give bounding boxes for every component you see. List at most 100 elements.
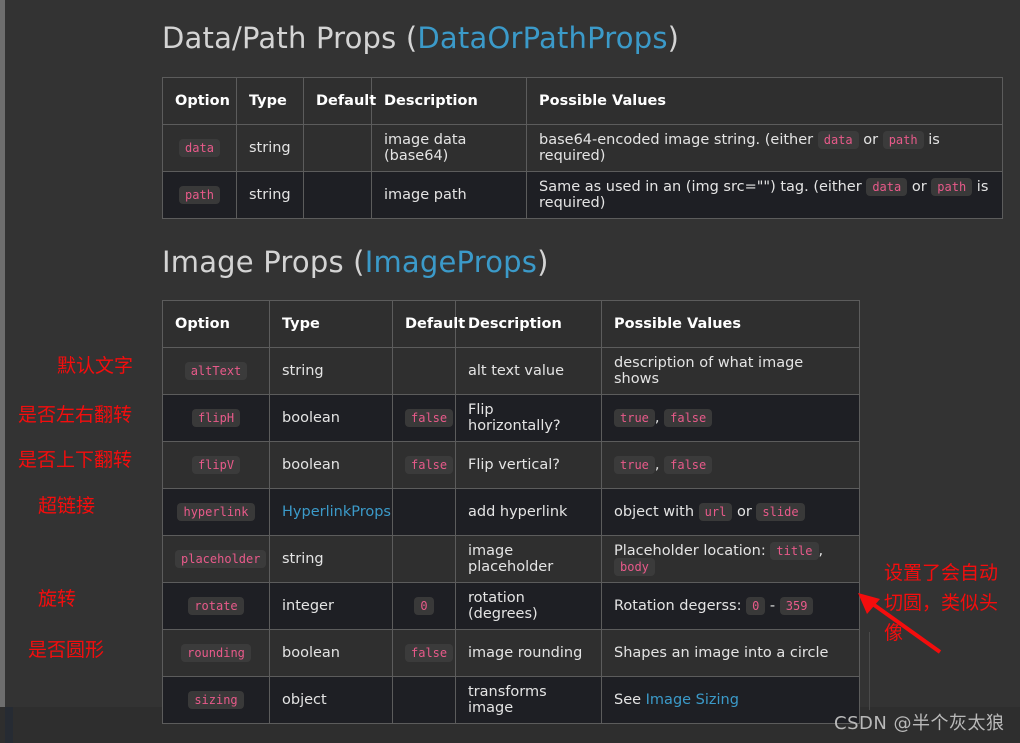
pv-token-2: body xyxy=(614,558,655,576)
option-token: path xyxy=(179,186,220,204)
table-image-props: Option Type Default Description Possible… xyxy=(162,300,860,724)
cell-description: add hyperlink xyxy=(455,488,602,536)
option-token: flipH xyxy=(191,409,241,427)
heading-image-link[interactable]: ImageProps xyxy=(365,245,537,279)
table-row: rounding boolean false image rounding Shapes… xyxy=(162,629,860,677)
cell-description: rotation (degrees) xyxy=(455,582,602,630)
cell-default xyxy=(303,124,372,172)
option-token: rounding xyxy=(181,644,251,662)
table-row: rotate integer 0 rotation (degrees) Rotation… xyxy=(162,582,860,630)
pv-pre: Same as used in an (img src="") tag. (ei… xyxy=(539,179,867,195)
table-row: altText string alt text value description o… xyxy=(162,347,860,395)
pv-token-1: true xyxy=(614,409,655,427)
pv-link[interactable]: Image Sizing xyxy=(646,692,739,708)
pv-mid: - xyxy=(765,598,780,614)
column-header-option: Option xyxy=(162,77,237,125)
column-header-possible-values: Possible Values xyxy=(601,300,860,348)
cell-description: image placeholder xyxy=(455,535,602,583)
cell-possible-values: Same as used in an (img src="") tag. (ei… xyxy=(526,171,1003,219)
option-token: placeholder xyxy=(175,550,267,568)
cell-default xyxy=(392,488,456,536)
table-row: sizing object transforms image See Image Si… xyxy=(162,676,860,724)
pv-token-2: 359 xyxy=(779,597,814,615)
cell-possible-values: See Image Sizing xyxy=(601,676,860,724)
cell-option: altText xyxy=(162,347,270,395)
table-row: path string image path Same as used in a… xyxy=(162,171,1003,219)
heading-image-props: Image Props (ImageProps) xyxy=(162,245,549,279)
cell-possible-values: object with url or slide xyxy=(601,488,860,536)
cell-type: string xyxy=(236,124,304,172)
left-scrollbar-strip[interactable] xyxy=(0,0,5,707)
cell-possible-values: Shapes an image into a circle xyxy=(601,629,860,677)
cell-option: path xyxy=(162,171,237,219)
cell-description: Flip vertical? xyxy=(455,441,602,489)
cell-default: false xyxy=(392,629,456,677)
pv-pre: Rotation degerss: xyxy=(614,598,747,614)
column-header-description: Description xyxy=(371,77,527,125)
cell-type: integer xyxy=(269,582,393,630)
pv-token-2: path xyxy=(931,178,973,196)
option-token: flipV xyxy=(191,456,241,474)
bottom-band-left xyxy=(5,707,13,743)
pv-pre: description of what image shows xyxy=(614,355,804,387)
heading-image-text: Image Props ( xyxy=(162,245,365,279)
cell-description: alt text value xyxy=(455,347,602,395)
table-header-row: Option Type Default Description Possible… xyxy=(162,77,1003,125)
cell-option: flipH xyxy=(162,394,270,442)
column-header-possible-values: Possible Values xyxy=(526,77,1003,125)
pv-token-1: data xyxy=(866,178,908,196)
cell-description: image data (base64) xyxy=(371,124,527,172)
default-token: false xyxy=(405,644,454,662)
option-token: rotate xyxy=(188,597,244,615)
annotation-rotate: 旋转 xyxy=(38,588,77,610)
annotation-rounding: 是否圆形 xyxy=(28,639,105,661)
cell-type: boolean xyxy=(269,394,393,442)
cell-option: placeholder xyxy=(162,535,270,583)
pv-pre: Shapes an image into a circle xyxy=(614,645,829,661)
column-header-type: Type xyxy=(269,300,393,348)
cell-description: image rounding xyxy=(455,629,602,677)
heading-datapath-link[interactable]: DataOrPathProps xyxy=(417,21,667,55)
annotation-flip-v: 是否上下翻转 xyxy=(18,449,133,471)
pv-pre: Placeholder location: xyxy=(614,543,771,559)
watermark-csdn: CSDN @半个灰太狼 xyxy=(834,713,1005,734)
pv-token-2: false xyxy=(664,456,713,474)
cell-possible-values: Placeholder location: title, body xyxy=(601,535,860,583)
pv-token-2: slide xyxy=(756,503,805,521)
page-root: Data/Path Props (DataOrPathProps) Option… xyxy=(0,0,1020,743)
pv-mid: , xyxy=(654,410,665,426)
cell-option: hyperlink xyxy=(162,488,270,536)
annotation-alt-text: 默认文字 xyxy=(57,355,134,377)
cell-possible-values: true, false xyxy=(601,394,860,442)
default-token: false xyxy=(405,456,454,474)
column-header-type: Type xyxy=(236,77,304,125)
cell-possible-values: base64-encoded image string. (either dat… xyxy=(526,124,1003,172)
pv-mid: or xyxy=(858,132,883,148)
type-link[interactable]: HyperlinkProps xyxy=(282,504,391,520)
red-arrow-icon xyxy=(858,593,942,654)
pv-pre: base64-encoded image string. (either xyxy=(539,132,818,148)
pv-mid: , xyxy=(654,457,665,473)
option-token: altText xyxy=(184,362,248,380)
cell-description: transforms image xyxy=(455,676,602,724)
cell-default: false xyxy=(392,394,456,442)
option-token: hyperlink xyxy=(177,503,255,521)
cell-type: boolean xyxy=(269,629,393,677)
cell-default: false xyxy=(392,441,456,489)
cell-option: rotate xyxy=(162,582,270,630)
table-header-row: Option Type Default Description Possible… xyxy=(162,300,860,348)
table-row: data string image data (base64) base64-e… xyxy=(162,124,1003,172)
cell-option: rounding xyxy=(162,629,270,677)
cell-type: HyperlinkProps xyxy=(269,488,393,536)
heading-datapath-props: Data/Path Props (DataOrPathProps) xyxy=(162,21,679,55)
cell-possible-values: description of what image shows xyxy=(601,347,860,395)
default-token: 0 xyxy=(414,597,434,615)
table-row: flipH boolean false Flip horizontally? true,… xyxy=(162,394,860,442)
cell-type: object xyxy=(269,676,393,724)
cell-option: flipV xyxy=(162,441,270,489)
heading-datapath-text: Data/Path Props ( xyxy=(162,21,418,55)
column-header-default: Default xyxy=(303,77,376,125)
pv-token-2: path xyxy=(882,131,924,149)
pv-pre: See xyxy=(614,692,646,708)
table-row: hyperlink HyperlinkProps add hyperlink obje… xyxy=(162,488,860,536)
